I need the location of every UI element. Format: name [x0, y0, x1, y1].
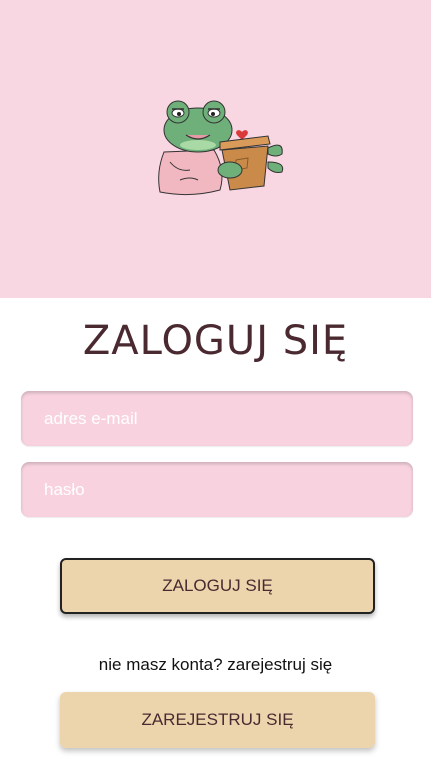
login-button[interactable]: ZALOGUJ SIĘ [60, 558, 375, 614]
register-button[interactable]: ZAREJESTRUJ SIĘ [60, 692, 375, 748]
hero-banner [0, 0, 431, 298]
register-prompt: nie masz konta? zarejestruj się [98, 655, 333, 674]
email-field[interactable] [21, 391, 413, 446]
frog-with-plant-icon [158, 100, 284, 196]
password-field[interactable] [21, 462, 413, 517]
email-input[interactable] [21, 391, 413, 446]
password-input[interactable] [21, 462, 413, 517]
page-title: ZALOGUJ SIĘ [82, 318, 349, 364]
